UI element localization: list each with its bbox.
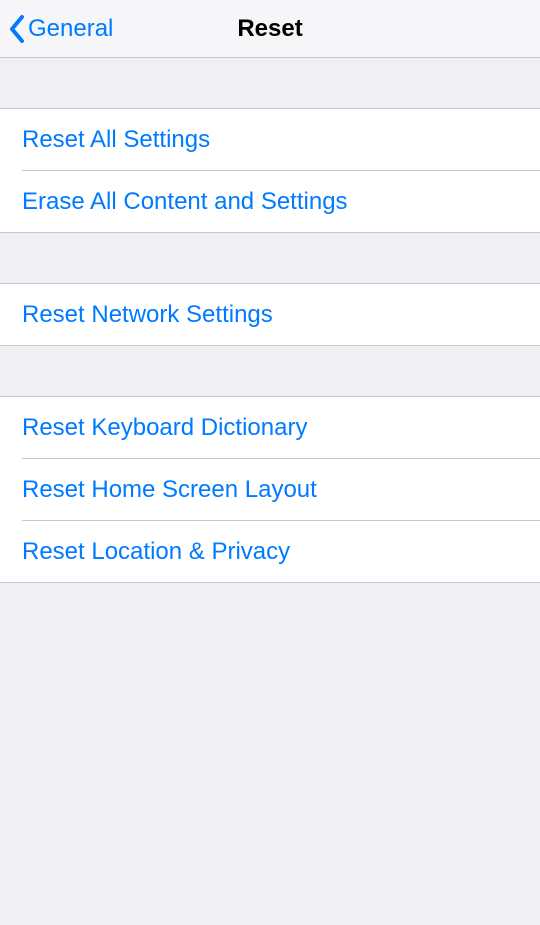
navigation-bar: General Reset <box>0 0 540 58</box>
content: Reset All Settings Erase All Content and… <box>0 58 540 583</box>
erase-all-content-row[interactable]: Erase All Content and Settings <box>0 171 540 232</box>
row-label: Reset Network Settings <box>22 301 273 329</box>
row-label: Erase All Content and Settings <box>22 188 348 216</box>
reset-network-settings-row[interactable]: Reset Network Settings <box>0 284 540 345</box>
chevron-left-icon <box>8 14 26 44</box>
section-gap <box>0 58 540 108</box>
reset-home-screen-layout-row[interactable]: Reset Home Screen Layout <box>0 459 540 520</box>
back-button[interactable]: General <box>0 14 113 44</box>
row-label: Reset Location & Privacy <box>22 538 290 566</box>
group-2: Reset Network Settings <box>0 283 540 346</box>
row-label: Reset Home Screen Layout <box>22 476 317 504</box>
section-gap <box>0 233 540 283</box>
row-label: Reset Keyboard Dictionary <box>22 414 307 442</box>
reset-keyboard-dictionary-row[interactable]: Reset Keyboard Dictionary <box>0 397 540 458</box>
reset-location-privacy-row[interactable]: Reset Location & Privacy <box>0 521 540 582</box>
section-gap <box>0 346 540 396</box>
back-label: General <box>28 15 113 43</box>
row-label: Reset All Settings <box>22 126 210 154</box>
reset-all-settings-row[interactable]: Reset All Settings <box>0 109 540 170</box>
group-1: Reset All Settings Erase All Content and… <box>0 108 540 233</box>
group-3: Reset Keyboard Dictionary Reset Home Scr… <box>0 396 540 583</box>
